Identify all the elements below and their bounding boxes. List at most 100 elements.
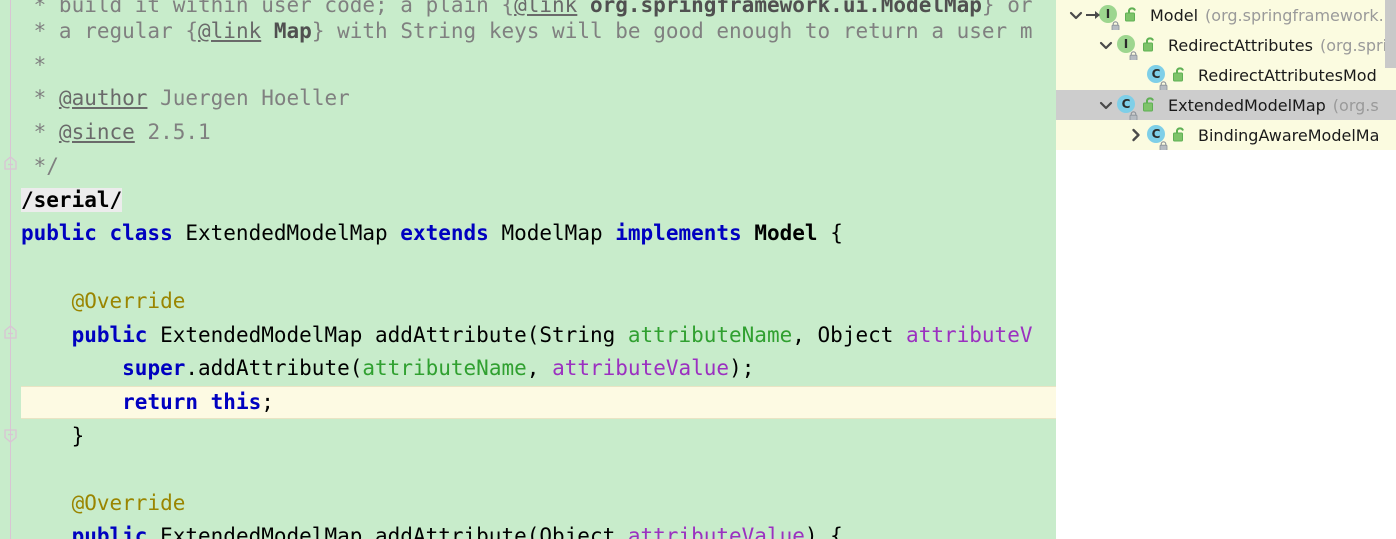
code-line[interactable]: @Override (0, 486, 1058, 520)
code-line-text: return this; (0, 385, 274, 419)
code-token: Map (273, 19, 312, 43)
code-token: ExtendedModelMap (172, 221, 401, 245)
code-line-text: * a regular {@link Map} with String keys… (0, 14, 1033, 48)
hierarchy-row[interactable]: C BindingAwareModelMa (1056, 120, 1396, 150)
twisty-placeholder (1126, 65, 1146, 85)
hierarchy-type-name: RedirectAttributes (1168, 35, 1313, 55)
code-line[interactable]: /serial/ (0, 183, 1058, 217)
hierarchy-package-name: (org.s (1332, 95, 1379, 115)
code-token: Juergen Hoeller (147, 86, 350, 110)
lock-badge-icon (1129, 46, 1138, 60)
code-line-text: public class ExtendedModelMap extends Mo… (0, 216, 843, 250)
hierarchy-type-name: BindingAwareModelMa (1198, 125, 1380, 145)
code-token: @author (58, 86, 148, 110)
chevron-right-icon[interactable] (1126, 125, 1146, 145)
code-token: attributeName (627, 323, 793, 347)
fold-marker-start-icon[interactable] (3, 156, 18, 171)
code-token: attributeValue (627, 524, 805, 539)
code-line-text: super.addAttribute(attributeName, attrib… (0, 351, 754, 385)
code-token: ); (729, 356, 755, 380)
code-token: return this (122, 390, 262, 414)
code-token: extends (400, 221, 489, 245)
code-line[interactable]: */ (0, 149, 1058, 183)
code-token: ModelMap (488, 221, 616, 245)
code-line[interactable]: @Override (0, 284, 1058, 318)
fold-marker-end-icon[interactable] (3, 428, 18, 443)
class-icon: C (1146, 64, 1168, 90)
type-hierarchy-popup[interactable]: I Model (org.springframework. I RedirectAttr… (1056, 0, 1396, 539)
code-line[interactable]: return this; (0, 385, 1058, 419)
code-line-text: * @since 2.5.1 (0, 115, 211, 149)
code-token: { (817, 221, 843, 245)
code-line-text: @Override (0, 284, 186, 318)
code-token: 2.5.1 (134, 120, 211, 144)
hierarchy-package-name: (org.springframework. (1205, 5, 1384, 25)
code-line[interactable]: * (0, 48, 1058, 82)
interface-icon: I (1116, 34, 1138, 60)
code-token: attributeValue (552, 356, 730, 380)
popup-scrollbar-thumb[interactable] (1385, 0, 1396, 68)
hierarchy-row[interactable]: C ExtendedModelMap (org.s (1056, 90, 1396, 120)
code-token: , Object (792, 323, 907, 347)
gutter-indent-guide (10, 0, 11, 539)
code-token: @link (198, 19, 262, 43)
code-token: ExtendedModelMap addAttribute(String (147, 323, 628, 347)
code-line[interactable]: * a regular {@link Map} with String keys… (0, 14, 1058, 48)
chevron-down-icon[interactable] (1096, 95, 1116, 115)
chevron-down-icon[interactable] (1066, 5, 1086, 25)
code-line[interactable]: * @author Juergen Hoeller (0, 81, 1058, 115)
class-icon: C (1146, 124, 1168, 150)
code-token: } with String keys will be good enough t… (311, 19, 1033, 43)
code-line-text: @Override (0, 486, 186, 520)
lock-badge-icon (1159, 76, 1168, 90)
hierarchy-row[interactable]: I RedirectAttributes (org.spri (1056, 30, 1396, 60)
hierarchy-type-name: ExtendedModelMap (1168, 95, 1326, 115)
lock-badge-icon (1129, 106, 1138, 120)
code-line[interactable]: public ExtendedModelMap addAttribute(Str… (0, 318, 1058, 352)
code-token: */ (21, 154, 59, 178)
code-token: @Override (21, 491, 186, 515)
code-token: * a regular { (21, 19, 199, 43)
code-token: super (122, 356, 186, 380)
code-token: @since (58, 120, 135, 144)
code-lines[interactable]: * build it within user code; a plain {@l… (0, 0, 1058, 539)
code-token: ExtendedModelMap addAttribute(Object (147, 524, 628, 539)
public-unlocked-icon (1140, 95, 1160, 115)
code-line-text: public ExtendedModelMap addAttribute(Str… (0, 318, 1033, 352)
code-line-text: public ExtendedModelMap addAttribute(Obj… (0, 519, 843, 539)
hierarchy-list[interactable]: I Model (org.springframework. I RedirectAttr… (1056, 0, 1396, 150)
lock-badge-icon (1159, 136, 1168, 150)
editor-scrollbar-track[interactable] (1038, 0, 1058, 539)
code-token: attributeV (906, 323, 1033, 347)
hierarchy-package-name: (org.spri (1319, 35, 1388, 55)
hierarchy-type-name: Model (1150, 5, 1199, 25)
arrow-right-marker-icon (1086, 7, 1102, 23)
code-token: Model (754, 221, 818, 245)
code-token: ) { (804, 524, 843, 539)
public-unlocked-icon (1170, 125, 1190, 145)
code-line[interactable]: super.addAttribute(attributeName, attrib… (0, 351, 1058, 385)
code-token: @Override (21, 289, 186, 313)
fold-marker-start-icon[interactable] (3, 325, 18, 340)
hierarchy-row[interactable]: C RedirectAttributesMod (1056, 60, 1396, 90)
code-editor[interactable]: * build it within user code; a plain {@l… (0, 0, 1058, 539)
code-line[interactable]: } (0, 419, 1058, 453)
chevron-down-icon[interactable] (1096, 35, 1116, 55)
code-token: * (21, 86, 59, 110)
editor-gutter[interactable] (0, 0, 21, 539)
code-token: , (526, 356, 553, 380)
code-token: attributeName (362, 356, 527, 380)
code-token: public (71, 323, 148, 347)
code-token: .addAttribute( (185, 356, 363, 380)
code-token: * (21, 120, 59, 144)
hierarchy-row[interactable]: I Model (org.springframework. (1056, 0, 1396, 30)
code-line[interactable]: * @since 2.5.1 (0, 115, 1058, 149)
code-token: ; (261, 390, 274, 414)
code-line[interactable]: public class ExtendedModelMap extends Mo… (0, 216, 1058, 250)
code-line[interactable]: public ExtendedModelMap addAttribute(Obj… (0, 519, 1058, 539)
